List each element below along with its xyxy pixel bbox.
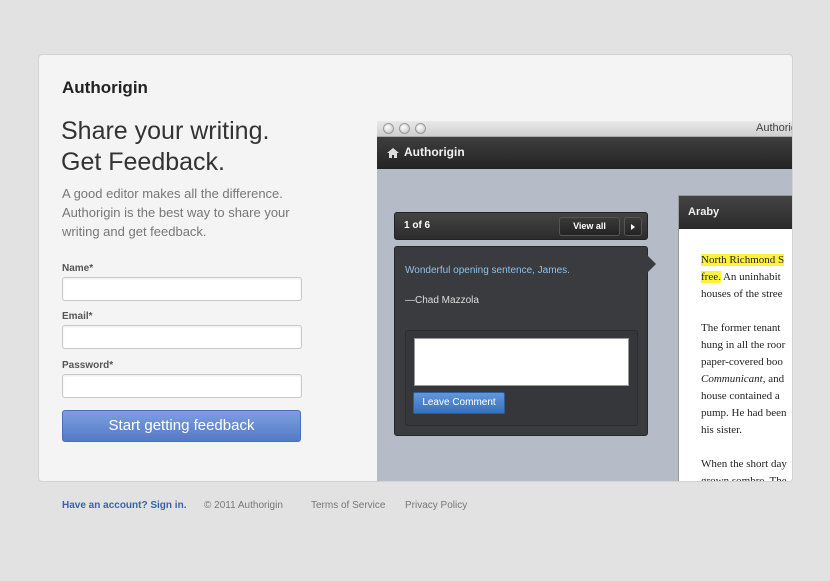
privacy-link[interactable]: Privacy Policy <box>405 500 467 511</box>
app-toolbar: Authorigin <box>377 137 792 169</box>
doc-line: free. An uninhabit <box>701 269 792 286</box>
brand-logo[interactable]: Authorigin <box>62 78 148 98</box>
name-label: Name* <box>62 263 94 274</box>
highlighted-text[interactable]: North Richmond S <box>701 254 785 266</box>
app-preview-window: Authorig Authorigin 1 of 6 View all Wond… <box>377 121 793 482</box>
doc-text: An uninhabit <box>720 271 781 283</box>
doc-line: When the short day <box>701 458 787 470</box>
password-label: Password* <box>62 360 114 371</box>
highlighted-text[interactable]: free. <box>701 271 721 283</box>
reply-box: Leave Comment <box>405 330 638 426</box>
password-field[interactable] <box>62 374 302 398</box>
tagline: A good editor makes all the difference. … <box>62 186 290 239</box>
doc-line: paper-covered boo <box>701 356 783 368</box>
doc-italic-text: Communicant <box>701 373 763 385</box>
window-zoom-dot <box>415 123 426 134</box>
app-name: Authorigin <box>404 145 465 159</box>
doc-text: , and <box>762 373 785 385</box>
window-titlebar: Authorig <box>377 121 793 137</box>
name-field[interactable] <box>62 277 302 301</box>
comment-text: Wonderful opening sentence, James. <box>405 265 570 276</box>
document-body: North Richmond S free. An uninhabit hous… <box>701 252 792 482</box>
window-title: Authorig <box>756 122 793 134</box>
window-minimize-dot <box>399 123 410 134</box>
window-close-dot <box>383 123 394 134</box>
terms-link[interactable]: Terms of Service <box>311 500 385 511</box>
doc-line: his sister. <box>701 424 742 436</box>
doc-line: house contained a <box>701 390 780 402</box>
copyright: © 2011 Authorigin <box>204 500 283 511</box>
sign-in-link[interactable]: Have an account? Sign in. <box>62 500 186 511</box>
doc-line: Communicant, and <box>701 371 792 388</box>
signup-card: Authorigin Share your writing. Get Feedb… <box>38 54 793 482</box>
reply-textarea[interactable] <box>414 338 629 386</box>
comment-author: —Chad Mazzola <box>405 295 479 306</box>
doc-line: hung in all the roor <box>701 339 786 351</box>
comment-panel: Wonderful opening sentence, James. —Chad… <box>394 246 656 436</box>
home-icon <box>387 148 399 158</box>
email-label: Email* <box>62 311 93 322</box>
headline-line-2: Get Feedback. <box>61 148 225 176</box>
doc-line: grown sombre. The <box>701 475 787 482</box>
doc-line: The former tenant <box>701 322 781 334</box>
document-header: Araby <box>679 196 792 229</box>
headline-line-1: Share your writing. <box>61 117 270 145</box>
comment-counter: 1 of 6 <box>404 220 431 231</box>
document-title: Araby <box>688 206 720 218</box>
view-all-button[interactable]: View all <box>559 217 620 236</box>
comment-navigator: 1 of 6 View all <box>394 212 648 240</box>
doc-line: houses of the stree <box>701 288 783 300</box>
doc-line: North Richmond S <box>701 252 792 269</box>
headline: Share your writing. Get Feedback. <box>61 116 269 178</box>
email-field[interactable] <box>62 325 302 349</box>
next-comment-button[interactable] <box>624 217 642 236</box>
doc-line: pump. He had been <box>701 407 787 419</box>
leave-comment-button[interactable]: Leave Comment <box>413 392 505 414</box>
start-feedback-button[interactable]: Start getting feedback <box>62 410 301 442</box>
